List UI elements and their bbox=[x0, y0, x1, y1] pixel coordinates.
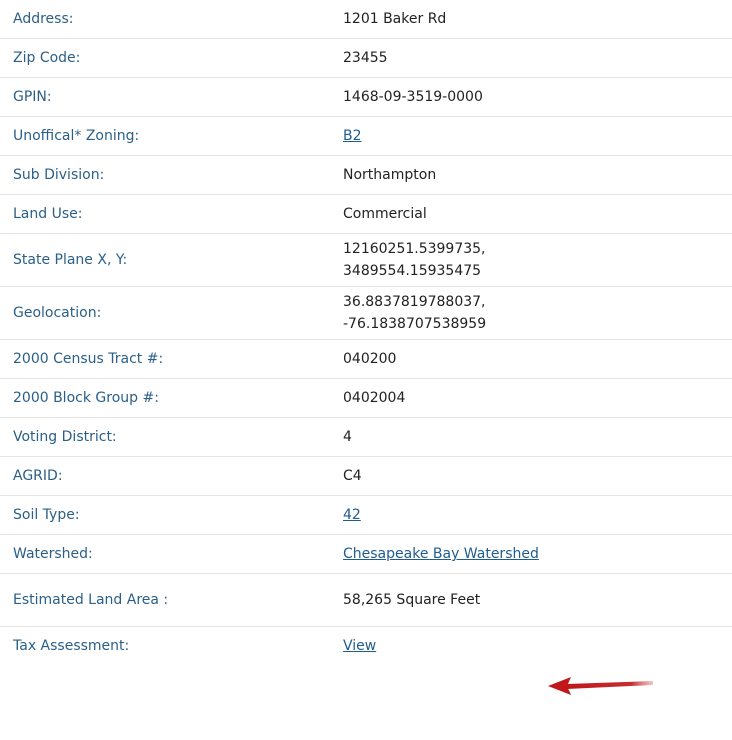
row-label: Address: bbox=[0, 0, 343, 39]
state-plane-x: 12160251.5399735, bbox=[343, 241, 486, 257]
row-label: Estimated Land Area : bbox=[0, 573, 343, 627]
row-census-tract: 2000 Census Tract #: 040200 bbox=[0, 339, 732, 379]
row-agrid: AGRID: C4 bbox=[0, 456, 732, 496]
row-value: Commercial bbox=[343, 194, 732, 234]
row-label: GPIN: bbox=[0, 77, 343, 117]
row-geolocation: Geolocation: 36.8837819788037, -76.18387… bbox=[0, 286, 732, 340]
geolocation-lon: -76.1838707538959 bbox=[343, 316, 487, 332]
row-gpin: GPIN: 1468-09-3519-0000 bbox=[0, 77, 732, 117]
row-value: 0402004 bbox=[343, 378, 732, 418]
row-label: Land Use: bbox=[0, 194, 343, 234]
row-zoning: Unoffical* Zoning: B2 bbox=[0, 116, 732, 156]
row-voting-district: Voting District: 4 bbox=[0, 417, 732, 457]
row-label: Geolocation: bbox=[0, 286, 343, 340]
row-watershed: Watershed: Chesapeake Bay Watershed bbox=[0, 534, 732, 574]
row-value: 4 bbox=[343, 417, 732, 457]
geolocation-lat: 36.8837819788037, bbox=[343, 294, 486, 310]
row-label: AGRID: bbox=[0, 456, 343, 496]
row-value: 23455 bbox=[343, 38, 732, 78]
row-value: 58,265 Square Feet bbox=[343, 573, 732, 627]
soil-type-link[interactable]: 42 bbox=[343, 507, 361, 523]
row-sub-division: Sub Division: Northampton bbox=[0, 155, 732, 195]
row-value: 1201 Baker Rd bbox=[343, 0, 732, 39]
row-label: Tax Assessment: bbox=[13, 638, 130, 654]
row-value: Northampton bbox=[343, 155, 732, 195]
row-label: State Plane X, Y: bbox=[0, 233, 343, 287]
row-label: Voting District: bbox=[0, 417, 343, 457]
watershed-link[interactable]: Chesapeake Bay Watershed bbox=[343, 546, 539, 562]
row-value: 1468-09-3519-0000 bbox=[343, 77, 732, 117]
row-label: 2000 Census Tract #: bbox=[0, 339, 343, 379]
row-tax-assessment: Tax Assessment: View bbox=[0, 627, 732, 666]
row-zip-code: Zip Code: 23455 bbox=[0, 38, 732, 78]
row-label: Soil Type: bbox=[0, 495, 343, 535]
zoning-link[interactable]: B2 bbox=[343, 128, 362, 144]
row-label: 2000 Block Group #: bbox=[0, 378, 343, 418]
row-address: Address: 1201 Baker Rd bbox=[0, 0, 732, 39]
row-label: Unoffical* Zoning: bbox=[0, 116, 343, 156]
row-value: 040200 bbox=[343, 339, 732, 379]
red-arrow-left-icon bbox=[545, 674, 660, 698]
row-land-use: Land Use: Commercial bbox=[0, 194, 732, 234]
row-soil-type: Soil Type: 42 bbox=[0, 495, 732, 535]
row-value: C4 bbox=[343, 456, 732, 496]
state-plane-y: 3489554.15935475 bbox=[343, 263, 482, 279]
row-label: Zip Code: bbox=[0, 38, 343, 78]
row-block-group: 2000 Block Group #: 0402004 bbox=[0, 378, 732, 418]
row-label: Sub Division: bbox=[0, 155, 343, 195]
row-state-plane: State Plane X, Y: 12160251.5399735, 3489… bbox=[0, 233, 732, 287]
row-label: Watershed: bbox=[0, 534, 343, 574]
tax-assessment-view-link[interactable]: View bbox=[343, 638, 376, 654]
property-info-table: Address: 1201 Baker Rd Zip Code: 23455 G… bbox=[0, 0, 732, 665]
row-estimated-land-area: Estimated Land Area : 58,265 Square Feet bbox=[0, 573, 732, 627]
